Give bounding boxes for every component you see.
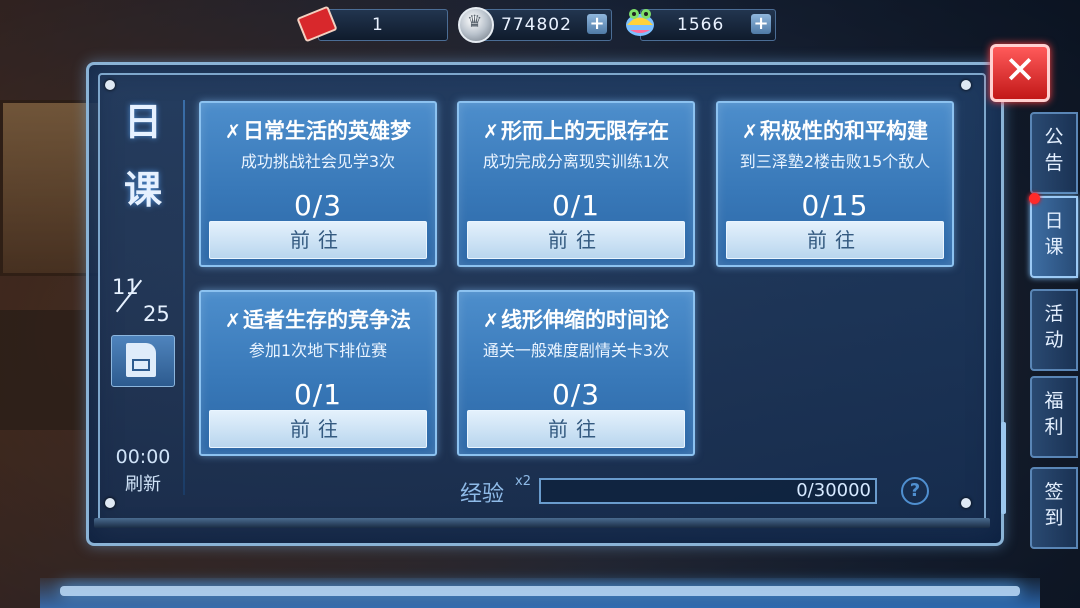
card-button[interactable]: [111, 335, 175, 387]
task-progress: 0/3: [551, 378, 601, 411]
tab-events[interactable]: 活动: [1030, 289, 1078, 371]
exp-value: 0/30000: [796, 480, 871, 501]
total-count: 25: [143, 302, 170, 326]
task-progress: 0/1: [551, 189, 601, 222]
task-card: ✗积极性的和平构建 到三泽塾2楼击败15个敌人 0/15 前往: [716, 101, 954, 267]
rivet: [961, 80, 971, 90]
add-gems-button[interactable]: +: [751, 14, 771, 34]
task-description: 到三泽塾2楼击败15个敌人: [739, 152, 931, 171]
tab-checkin[interactable]: 签到: [1030, 467, 1078, 549]
cross-icon: ✗: [483, 310, 499, 332]
close-icon: ✕: [1004, 48, 1036, 92]
background-shelf: [0, 310, 90, 430]
task-card: ✗适者生存的竞争法 参加1次地下排位赛 0/1 前往: [199, 290, 437, 456]
ticket-value: 1: [372, 15, 384, 35]
exp-multiplier: x2: [515, 474, 531, 489]
task-title: ✗线形伸缩的时间论: [483, 308, 669, 332]
task-description: 成功完成分离现实训练1次: [482, 152, 670, 171]
tab-announcements[interactable]: 公告: [1030, 112, 1078, 194]
gem-counter: 1566 +: [640, 9, 776, 41]
refresh-label: 刷新: [125, 474, 161, 495]
task-progress: 0/1: [293, 378, 343, 411]
go-button[interactable]: 前往: [726, 221, 944, 259]
panel-title: 日 课: [123, 100, 163, 235]
column-divider: [183, 100, 185, 495]
go-button[interactable]: 前往: [467, 410, 685, 448]
tab-label: 日课: [1044, 210, 1064, 258]
ticket-counter: 1: [318, 9, 448, 41]
gem-value: 1566: [677, 15, 725, 35]
frog-gem-icon: [626, 9, 654, 36]
task-title: ✗日常生活的英雄梦: [225, 119, 411, 143]
task-progress: 0/3: [293, 189, 343, 222]
tab-daily[interactable]: 日课: [1030, 196, 1078, 278]
tab-label: 签到: [1044, 481, 1064, 529]
tab-label: 公告: [1044, 126, 1064, 174]
cross-icon: ✗: [225, 121, 241, 143]
title-char-2: 课: [123, 167, 162, 212]
task-progress: 0/15: [801, 189, 869, 222]
notification-dot: [1029, 193, 1040, 204]
coin-counter: 774802 +: [474, 9, 612, 41]
task-title: ✗形而上的无限存在: [483, 119, 669, 143]
cross-icon: ✗: [483, 121, 499, 143]
sd-card-icon: [126, 343, 156, 377]
exp-label: 经验: [460, 482, 505, 507]
title-char-1: 日: [123, 100, 162, 144]
floor-light: [60, 586, 1020, 596]
tab-benefits[interactable]: 福利: [1030, 376, 1078, 458]
coin-icon: [458, 7, 494, 43]
task-title: ✗积极性的和平构建: [742, 119, 928, 143]
close-button[interactable]: ✕: [990, 44, 1050, 102]
tab-label: 活动: [1044, 303, 1064, 351]
task-description: 通关一般难度剧情关卡3次: [482, 341, 670, 360]
cross-icon: ✗: [225, 310, 241, 332]
tab-label: 福利: [1044, 390, 1064, 438]
task-card: ✗形而上的无限存在 成功完成分离现实训练1次 0/1 前往: [457, 101, 695, 267]
coin-value: 774802: [501, 15, 572, 35]
refresh-timer: 00:00: [115, 446, 171, 468]
go-button[interactable]: 前往: [467, 221, 685, 259]
add-coins-button[interactable]: +: [587, 14, 607, 34]
task-description: 参加1次地下排位赛: [248, 341, 388, 360]
task-card: ✗日常生活的英雄梦 成功挑战社会见学3次 0/3 前往: [199, 101, 437, 267]
task-card: ✗线形伸缩的时间论 通关一般难度剧情关卡3次 0/3 前往: [457, 290, 695, 456]
scrollbar[interactable]: [1001, 422, 1006, 514]
rivet: [105, 498, 115, 508]
go-button[interactable]: 前往: [209, 221, 427, 259]
go-button[interactable]: 前往: [209, 410, 427, 448]
panel-base: [94, 518, 990, 528]
task-title: ✗适者生存的竞争法: [225, 308, 411, 332]
task-description: 成功挑战社会见学3次: [240, 152, 396, 171]
help-icon[interactable]: ?: [901, 477, 929, 505]
rivet: [105, 80, 115, 90]
exp-progress-bar: 0/30000: [539, 478, 877, 504]
rivet: [961, 498, 971, 508]
cross-icon: ✗: [742, 121, 758, 143]
